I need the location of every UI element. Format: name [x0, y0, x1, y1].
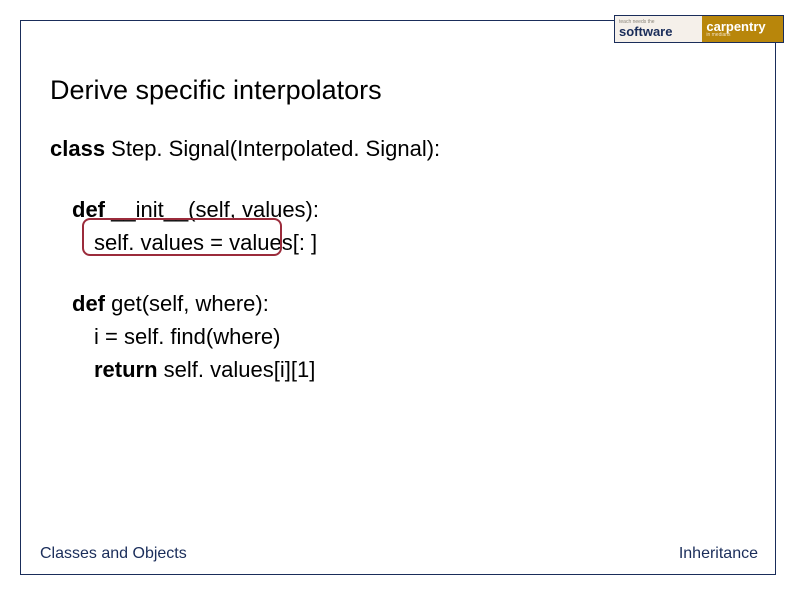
code-text: i = self. find(where): [94, 324, 280, 349]
code-line-find: i = self. find(where): [50, 320, 744, 353]
code-line-assign: self. values = values[: ]: [50, 226, 744, 259]
slide-title: Derive specific interpolators: [50, 75, 744, 106]
code-text: self. values[i][1]: [158, 357, 316, 382]
logo-badge: teach needs the software carpentry in me…: [614, 15, 784, 43]
code-text: self. values = values[: ]: [94, 230, 317, 255]
logo-word-software: software: [619, 25, 702, 38]
code-text: get(self, where):: [105, 291, 269, 316]
code-text: __init__(self, values):: [105, 197, 319, 222]
logo-right: carpentry in medians: [702, 16, 783, 42]
footer-right: Inheritance: [679, 545, 758, 563]
logo-left: teach needs the software: [615, 16, 702, 42]
keyword-def: def: [72, 197, 105, 222]
code-line-get: def get(self, where):: [50, 287, 744, 320]
keyword-return: return: [94, 357, 158, 382]
code-block: class Step. Signal(Interpolated. Signal)…: [50, 132, 744, 386]
logo-tagline-bottom: in medians: [706, 33, 783, 38]
footer-left: Classes and Objects: [40, 545, 187, 563]
code-line-return: return self. values[i][1]: [50, 353, 744, 386]
code-text: Step. Signal(Interpolated. Signal):: [105, 136, 440, 161]
code-line-init: def __init__(self, values):: [50, 193, 744, 226]
keyword-def: def: [72, 291, 105, 316]
slide-content: Derive specific interpolators class Step…: [50, 75, 744, 386]
code-line-class: class Step. Signal(Interpolated. Signal)…: [50, 132, 744, 165]
keyword-class: class: [50, 136, 105, 161]
